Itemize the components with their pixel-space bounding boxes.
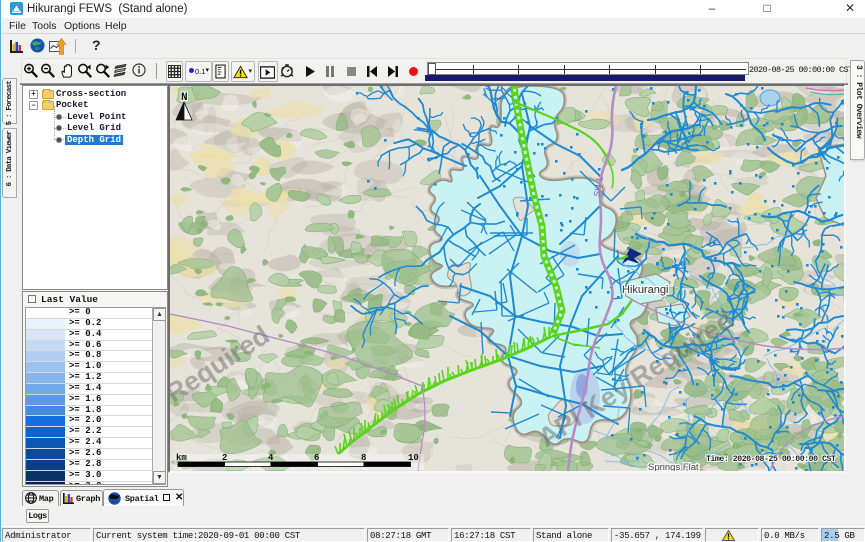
svg-text:6: 6: [314, 453, 319, 463]
svg-text:Springs Flat: Springs Flat: [648, 462, 699, 471]
svg-text:2: 2: [222, 453, 227, 463]
svg-text:10: 10: [408, 453, 419, 463]
svg-text:km: km: [176, 453, 187, 463]
svg-text:8: 8: [361, 453, 366, 463]
svg-text:4: 4: [268, 453, 274, 463]
svg-text:Hikurangi: Hikurangi: [622, 284, 668, 296]
svg-text:Time: 2020-08-25 00:00:00 CST: Time: 2020-08-25 00:00:00 CST: [706, 454, 836, 464]
